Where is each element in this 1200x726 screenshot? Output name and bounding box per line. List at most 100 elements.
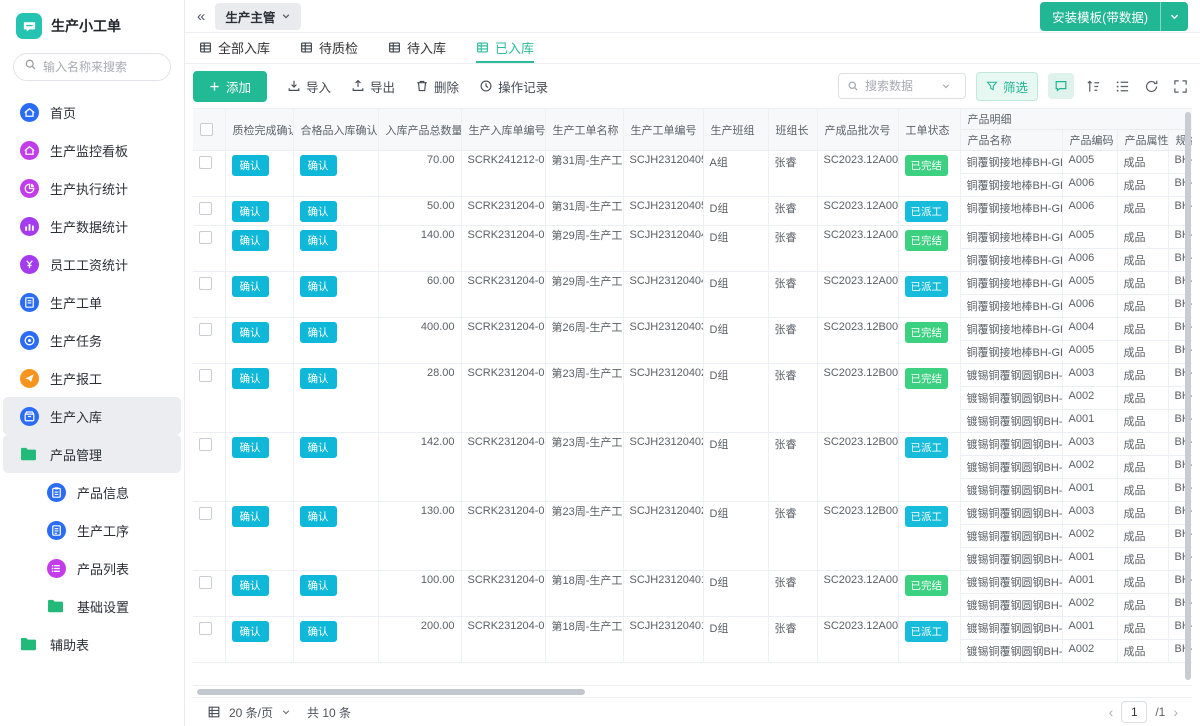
qty-cell: 50.00 bbox=[378, 197, 461, 226]
workspace-selector[interactable]: 生产主管 bbox=[215, 3, 301, 30]
order-name-cell: 第23周-生产工单 2023.12B01 bbox=[545, 364, 623, 433]
table-search-input[interactable] bbox=[865, 79, 935, 93]
table-search-select[interactable] bbox=[838, 73, 966, 99]
qc-confirm-button[interactable]: 确认 bbox=[232, 368, 269, 389]
row-checkbox[interactable] bbox=[199, 231, 212, 244]
qc-confirm-button[interactable]: 确认 bbox=[232, 621, 269, 642]
status-badge: 已派工 bbox=[905, 201, 949, 222]
install-template-label[interactable]: 安装模板(带数据) bbox=[1040, 2, 1160, 31]
team-cell: D组 bbox=[703, 364, 768, 433]
vertical-scrollbar[interactable] bbox=[1185, 112, 1191, 680]
qc-confirm-button[interactable]: 确认 bbox=[232, 155, 269, 176]
current-page-input[interactable]: 1 bbox=[1121, 701, 1147, 723]
sidebar-item-14[interactable]: 辅助表 bbox=[3, 625, 181, 663]
sidebar-item-8[interactable]: 生产入库 bbox=[3, 397, 181, 435]
bar-chart-icon bbox=[20, 217, 39, 236]
row-height-button[interactable] bbox=[1113, 77, 1132, 96]
import-button[interactable]: 导入 bbox=[287, 77, 331, 96]
install-template-caret[interactable] bbox=[1161, 2, 1188, 31]
select-all-checkbox[interactable] bbox=[200, 123, 213, 136]
row-checkbox[interactable] bbox=[199, 323, 212, 336]
inbound-confirm-button[interactable]: 确认 bbox=[300, 368, 337, 389]
product-attr-cell: 成品 bbox=[1117, 456, 1168, 479]
status-cell: 已派工 bbox=[898, 617, 960, 663]
prev-page-button[interactable]: ‹ bbox=[1109, 704, 1114, 720]
sidebar-item-0[interactable]: 首页 bbox=[3, 93, 181, 131]
qc-confirm-button[interactable]: 确认 bbox=[232, 276, 269, 297]
inbound-confirm-button[interactable]: 确认 bbox=[300, 621, 337, 642]
qc-confirm-button[interactable]: 确认 bbox=[232, 230, 269, 251]
row-checkbox[interactable] bbox=[199, 576, 212, 589]
inbound-confirm-button[interactable]: 确认 bbox=[300, 230, 337, 251]
qc-confirm-button[interactable]: 确认 bbox=[232, 506, 269, 527]
inbound-confirm-button[interactable]: 确认 bbox=[300, 506, 337, 527]
horizontal-scrollbar[interactable] bbox=[197, 689, 585, 695]
tab-3[interactable]: 已入库 bbox=[476, 33, 534, 63]
row-checkbox[interactable] bbox=[199, 438, 212, 451]
refresh-button[interactable] bbox=[1142, 77, 1161, 96]
export-icon bbox=[351, 79, 365, 93]
fullscreen-button[interactable] bbox=[1171, 77, 1190, 96]
collapse-sidebar-button[interactable]: « bbox=[197, 9, 205, 24]
sidebar-item-10[interactable]: 产品信息 bbox=[3, 473, 181, 511]
qc-confirm-button[interactable]: 确认 bbox=[232, 437, 269, 458]
tab-0[interactable]: 全部入库 bbox=[199, 33, 270, 63]
app-logo-icon bbox=[16, 13, 42, 39]
row-checkbox[interactable] bbox=[199, 369, 212, 382]
tab-1[interactable]: 待质检 bbox=[300, 33, 358, 63]
sidebar-item-label: 辅助表 bbox=[50, 635, 89, 654]
row-checkbox[interactable] bbox=[199, 507, 212, 520]
inbound-confirm-button[interactable]: 确认 bbox=[300, 276, 337, 297]
delete-button[interactable]: 删除 bbox=[415, 77, 459, 96]
sidebar-item-6[interactable]: 生产任务 bbox=[3, 321, 181, 359]
qc-confirm-button[interactable]: 确认 bbox=[232, 201, 269, 222]
inbound-confirm-button[interactable]: 确认 bbox=[300, 155, 337, 176]
install-template-button[interactable]: 安装模板(带数据) bbox=[1040, 2, 1188, 31]
sidebar-item-5[interactable]: 生产工单 bbox=[3, 283, 181, 321]
inbound-code-cell: SCRK231204-06 bbox=[461, 318, 545, 364]
search-icon bbox=[847, 80, 859, 92]
qty-cell: 60.00 bbox=[378, 272, 461, 318]
filter-button[interactable]: 筛选 bbox=[976, 72, 1038, 101]
status-badge: 已派工 bbox=[905, 437, 949, 458]
comment-button[interactable] bbox=[1048, 73, 1074, 99]
status-badge: 已派工 bbox=[905, 621, 949, 642]
page-size-selector[interactable]: 20 条/页 bbox=[207, 704, 291, 721]
inbound-confirm-button[interactable]: 确认 bbox=[300, 322, 337, 343]
sidebar-item-1[interactable]: 生产监控看板 bbox=[3, 131, 181, 169]
qc-confirm-button[interactable]: 确认 bbox=[232, 322, 269, 343]
toolbar: 添加 导入 导出 删除 操作记录 bbox=[193, 71, 1190, 101]
sidebar-search-input[interactable] bbox=[43, 60, 185, 74]
row-checkbox[interactable] bbox=[199, 202, 212, 215]
sidebar-item-3[interactable]: 生产数据统计 bbox=[3, 207, 181, 245]
add-button[interactable]: 添加 bbox=[193, 71, 267, 102]
qty-cell: 400.00 bbox=[378, 318, 461, 364]
sidebar-item-7[interactable]: 生产报工 bbox=[3, 359, 181, 397]
inbound-confirm-button[interactable]: 确认 bbox=[300, 575, 337, 596]
row-checkbox[interactable] bbox=[199, 277, 212, 290]
inbound-confirm-button[interactable]: 确认 bbox=[300, 201, 337, 222]
sidebar-item-4[interactable]: 员工工资统计 bbox=[3, 245, 181, 283]
export-button[interactable]: 导出 bbox=[351, 77, 395, 96]
tab-2[interactable]: 待入库 bbox=[388, 33, 446, 63]
dashboard-icon bbox=[20, 141, 39, 160]
sort-button[interactable] bbox=[1084, 77, 1103, 96]
next-page-button[interactable]: › bbox=[1173, 704, 1178, 720]
sidebar-item-2[interactable]: 生产执行统计 bbox=[3, 169, 181, 207]
sidebar-item-9[interactable]: 产品管理 bbox=[3, 435, 181, 473]
folder-icon bbox=[20, 636, 39, 652]
table-icon bbox=[476, 41, 489, 54]
work-order-icon bbox=[20, 293, 39, 312]
history-button[interactable]: 操作记录 bbox=[479, 77, 548, 96]
row-checkbox[interactable] bbox=[199, 156, 212, 169]
sidebar-item-12[interactable]: 产品列表 bbox=[3, 549, 181, 587]
sidebar-item-11[interactable]: 生产工序 bbox=[3, 511, 181, 549]
sidebar-item-13[interactable]: 基础设置 bbox=[3, 587, 181, 625]
tab-bar: 全部入库待质检待入库已入库 bbox=[185, 33, 1200, 64]
inbound-confirm-button[interactable]: 确认 bbox=[300, 437, 337, 458]
sidebar-search[interactable] bbox=[13, 53, 171, 81]
qc-confirm-button[interactable]: 确认 bbox=[232, 575, 269, 596]
order-name-cell: 第18周-生产工单 2023.12A01 bbox=[545, 617, 623, 663]
product-code-cell: A002 bbox=[1062, 594, 1117, 617]
row-checkbox[interactable] bbox=[199, 622, 212, 635]
